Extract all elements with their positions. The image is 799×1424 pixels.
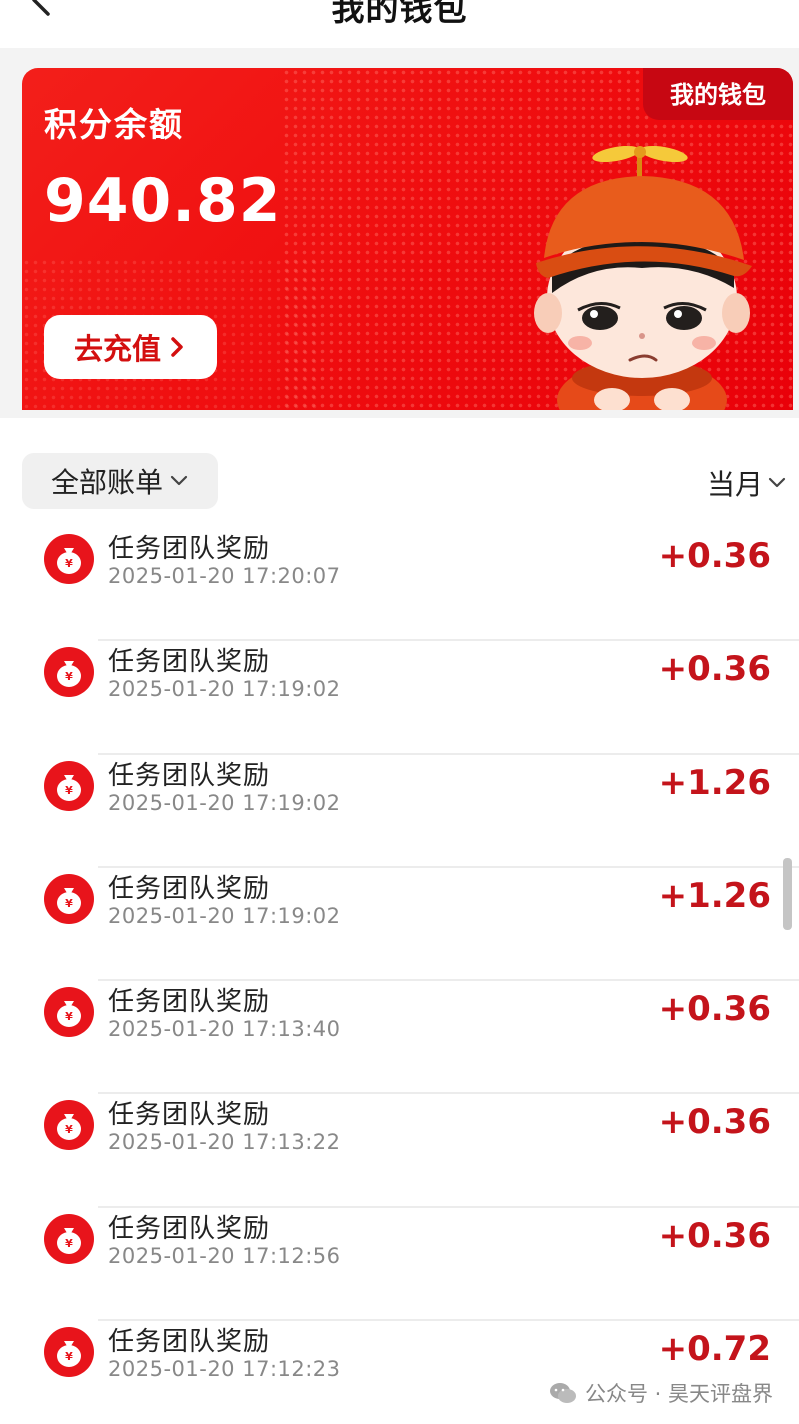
item-amount: +1.26	[658, 875, 771, 916]
list-item[interactable]: ¥ 任务团队奖励 2025-01-20 17:19:02 +1.26	[0, 868, 799, 982]
list-item[interactable]: ¥ 任务团队奖励 2025-01-20 17:20:07 +0.36	[0, 528, 799, 642]
svg-text:¥: ¥	[65, 670, 73, 683]
chevron-right-icon	[171, 337, 183, 357]
recharge-button[interactable]: 去充值	[44, 315, 217, 379]
item-amount: +1.26	[658, 762, 771, 803]
transaction-list: ¥ 任务团队奖励 2025-01-20 17:20:07 +0.36 ¥ 任务团…	[0, 528, 799, 1424]
item-title: 任务团队奖励	[108, 760, 271, 791]
money-bag-icon: ¥	[44, 760, 94, 811]
balance-label: 积分余额	[44, 105, 184, 144]
money-bag-icon: ¥	[44, 1213, 94, 1264]
svg-text:¥: ¥	[65, 1010, 73, 1023]
page-title: 我的钱包	[331, 0, 468, 28]
svg-text:¥: ¥	[65, 557, 73, 570]
item-amount: +0.36	[658, 1215, 771, 1256]
list-item[interactable]: ¥ 任务团队奖励 2025-01-20 17:12:56 +0.36	[0, 1208, 799, 1322]
filter-all-bills[interactable]: 全部账单	[22, 453, 218, 509]
item-time: 2025-01-20 17:19:02	[108, 677, 341, 702]
money-bag-icon: ¥	[44, 647, 94, 698]
mascot-image	[534, 145, 752, 410]
card-tag: 我的钱包	[643, 68, 793, 120]
balance-value: 940.82	[44, 166, 282, 236]
recharge-label: 去充值	[73, 332, 161, 366]
filter-month[interactable]: 当月	[707, 458, 787, 508]
item-title: 任务团队奖励	[108, 1327, 271, 1358]
item-amount: +0.36	[658, 989, 771, 1030]
svg-text:¥: ¥	[65, 784, 73, 797]
money-bag-icon: ¥	[44, 987, 94, 1038]
wallet-page: 我的钱包 我的钱包 积分余额 940.82 去充值 全部账单 当月 ¥ 任务团队…	[0, 0, 799, 1424]
list-item[interactable]: ¥ 任务团队奖励 2025-01-20 17:19:02 +1.26	[0, 755, 799, 868]
money-bag-icon: ¥	[44, 873, 94, 924]
item-time: 2025-01-20 17:20:07	[108, 564, 341, 588]
svg-text:¥: ¥	[65, 897, 73, 910]
item-amount: +0.36	[658, 649, 771, 690]
watermark-text: 公众号 · 昊天评盘界	[584, 1382, 773, 1406]
item-time: 2025-01-20 17:13:40	[108, 1017, 341, 1042]
item-time: 2025-01-20 17:19:02	[108, 903, 341, 928]
svg-text:¥: ¥	[65, 1123, 73, 1136]
item-amount: +0.36	[658, 536, 771, 576]
list-item[interactable]: ¥ 任务团队奖励 2025-01-20 17:13:22 +0.36	[0, 1094, 799, 1208]
list-item[interactable]: ¥ 任务团队奖励 2025-01-20 17:12:23 +0.72	[0, 1321, 799, 1424]
item-time: 2025-01-20 17:12:56	[108, 1243, 341, 1268]
filter-all-label: 全部账单	[50, 466, 163, 499]
balance-card: 我的钱包 积分余额 940.82 去充值	[22, 68, 793, 410]
money-bag-icon: ¥	[44, 1327, 94, 1378]
watermark: 公众号 · 昊天评盘界	[549, 1378, 773, 1408]
scrollbar[interactable]	[783, 858, 792, 930]
item-title: 任务团队奖励	[108, 1213, 271, 1244]
item-title: 任务团队奖励	[108, 987, 271, 1018]
chevron-down-icon	[170, 475, 188, 486]
item-amount: +0.72	[658, 1329, 771, 1370]
chevron-down-icon	[768, 477, 786, 488]
list-item[interactable]: ¥ 任务团队奖励 2025-01-20 17:13:40 +0.36	[0, 981, 799, 1095]
item-amount: +0.36	[658, 1102, 771, 1143]
item-title: 任务团队奖励	[108, 1100, 271, 1131]
svg-text:¥: ¥	[65, 1237, 73, 1250]
top-bar: 我的钱包	[0, 0, 799, 48]
wechat-icon	[549, 1383, 576, 1403]
item-time: 2025-01-20 17:19:02	[108, 790, 341, 815]
svg-text:¥: ¥	[65, 1350, 73, 1363]
filter-month-label: 当月	[706, 468, 763, 501]
money-bag-icon: ¥	[44, 534, 94, 584]
item-time: 2025-01-20 17:12:23	[108, 1357, 341, 1382]
list-item[interactable]: ¥ 任务团队奖励 2025-01-20 17:19:02 +0.36	[0, 641, 799, 755]
item-title: 任务团队奖励	[108, 647, 271, 678]
money-bag-icon: ¥	[44, 1100, 94, 1151]
item-time: 2025-01-20 17:13:22	[108, 1130, 341, 1155]
item-title: 任务团队奖励	[108, 873, 271, 904]
item-title: 任务团队奖励	[108, 534, 271, 564]
